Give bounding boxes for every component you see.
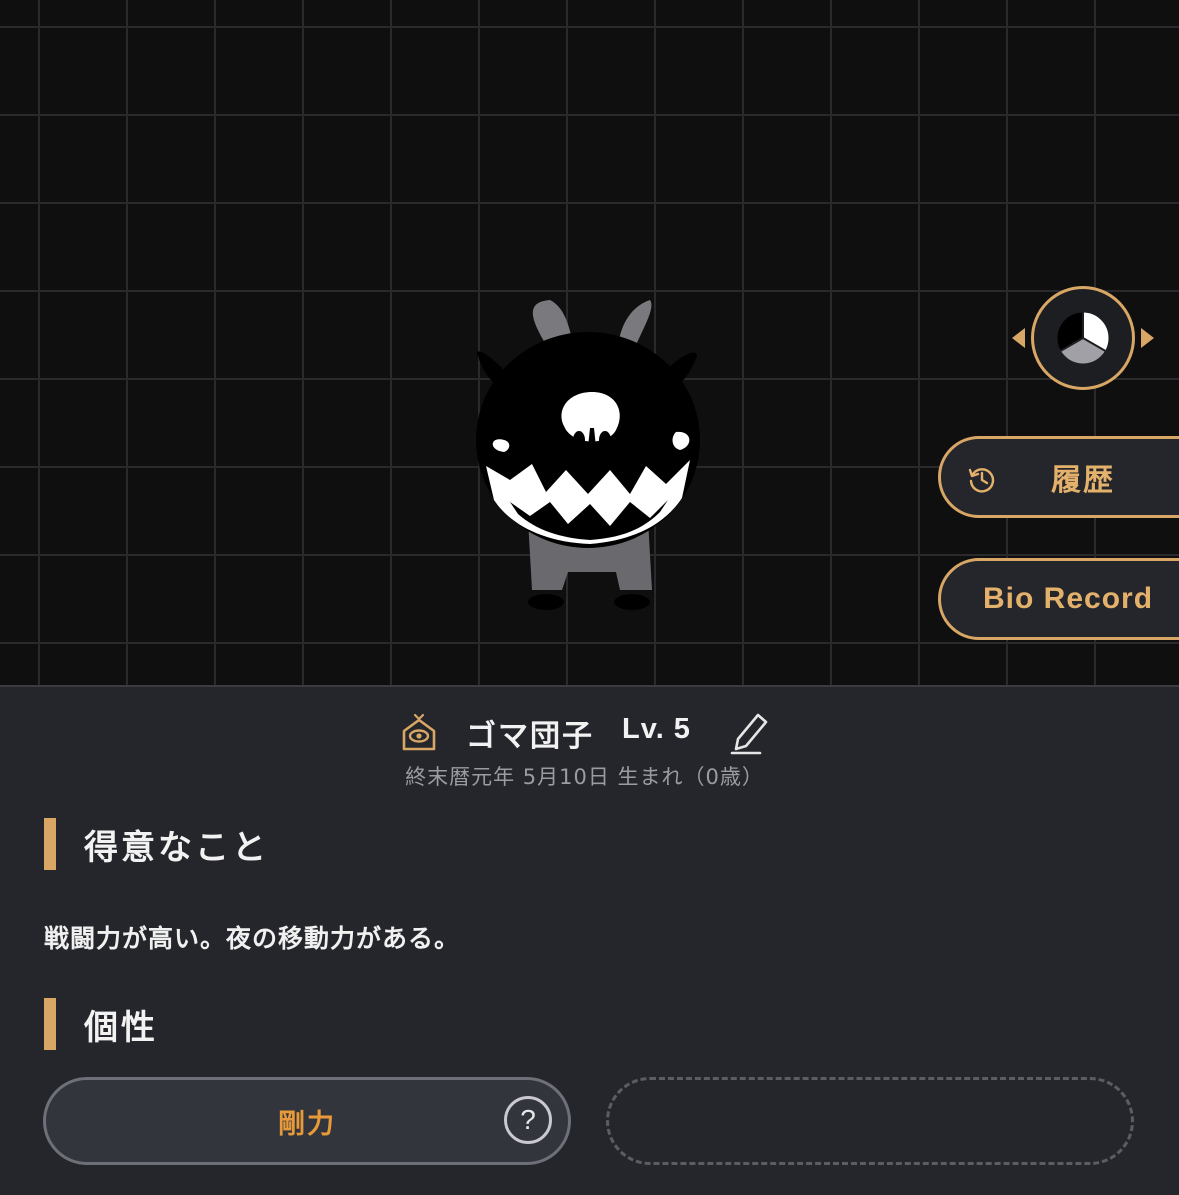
trait-slot-1[interactable]: 剛力 ? [43, 1077, 571, 1165]
section-bar [44, 998, 56, 1050]
history-icon [968, 468, 995, 493]
skill-title: 得意なこと [84, 828, 269, 868]
bio-record-button[interactable]: Bio Record [938, 558, 1179, 640]
trait-slot-2-empty[interactable] [606, 1077, 1134, 1165]
profile-panel: ゴマ団子 Lv. 5 終末暦元年 5月10日 生まれ（0歳） 得意なこと 戦闘力… [0, 685, 1179, 1195]
view-toggle-button[interactable] [1031, 286, 1135, 390]
history-button[interactable]: 履歴 [938, 436, 1179, 518]
skill-description: 戦闘力が高い。夜の移動力がある。 [44, 924, 461, 953]
help-icon[interactable]: ? [504, 1096, 552, 1144]
pet-level: Lv. 5 [622, 713, 691, 745]
character-viewport[interactable]: 履歴 Bio Record [0, 0, 1179, 685]
birth-date: 終末暦元年 5月10日 生まれ（0歳） [405, 765, 764, 789]
bio-record-label: Bio Record [983, 582, 1154, 615]
trait-label: 剛力 [278, 1108, 336, 1140]
trait-title: 個性 [84, 1008, 158, 1048]
pencil-icon[interactable] [730, 709, 770, 755]
arrow-left-icon[interactable] [1012, 328, 1025, 348]
history-label: 履歴 [1051, 464, 1115, 497]
pie-view-icon [1056, 311, 1110, 365]
view-toggle [1010, 286, 1156, 390]
name-row: ゴマ団子 Lv. 5 [0, 709, 1179, 759]
section-bar [44, 818, 56, 870]
pet-name: ゴマ団子 [466, 719, 594, 754]
arrow-right-icon[interactable] [1141, 328, 1154, 348]
creature-avatar[interactable] [470, 290, 710, 620]
home-icon [402, 713, 436, 751]
